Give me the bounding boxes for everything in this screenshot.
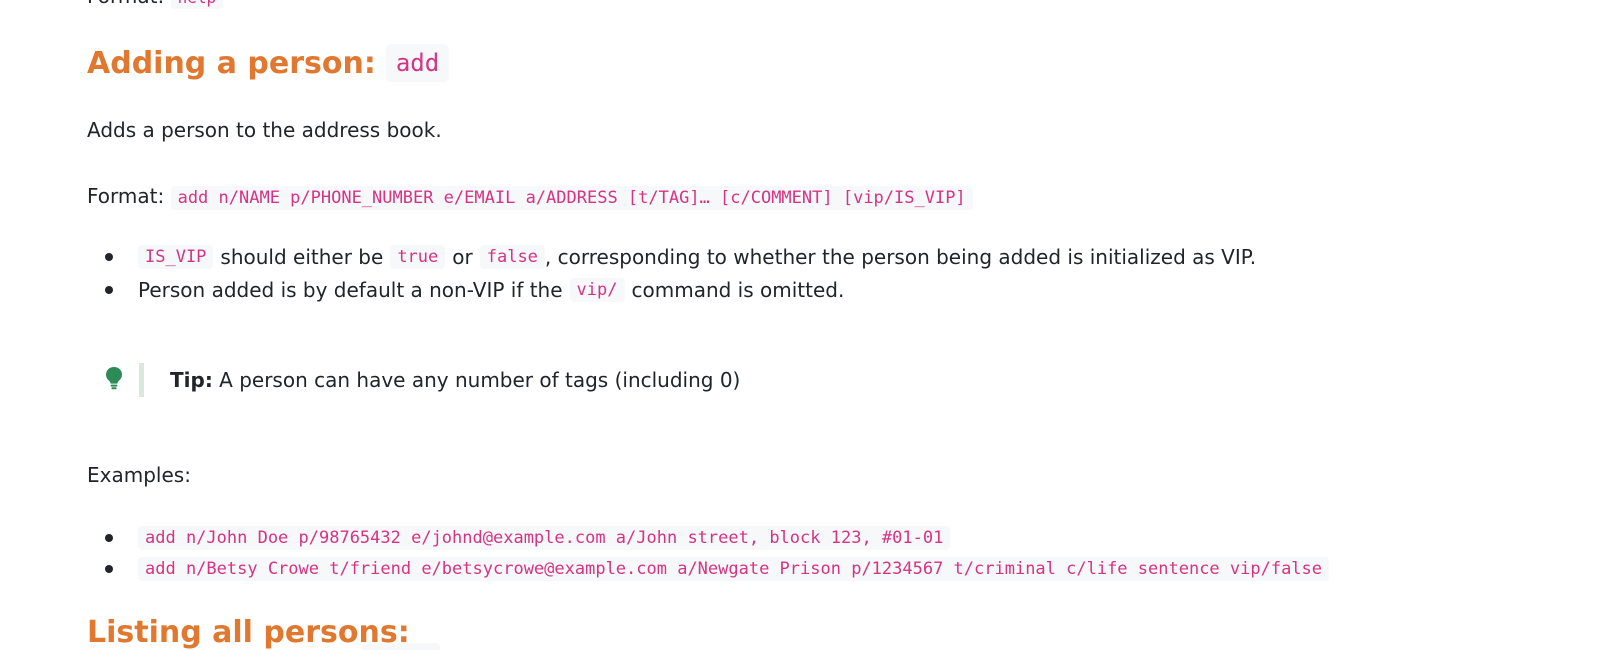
list-item: Person added is by default a non-VIP if … [105,278,844,302]
example-code: add n/John Doe p/98765432 e/johnd@exampl… [138,526,951,550]
list-item: add n/John Doe p/98765432 e/johnd@exampl… [105,526,951,550]
format-line: Format: add n/NAME p/PHONE_NUMBER e/EMAI… [87,184,973,210]
bullet-dot [105,534,113,542]
format-label: Format: [87,184,165,208]
tip-label: Tip: [170,368,213,392]
example-code: add n/Betsy Crowe t/friend e/betsycrowe@… [138,557,1330,581]
inline-code: IS_VIP [138,245,214,269]
list-item: add n/Betsy Crowe t/friend e/betsycrowe@… [105,557,1330,581]
note-text: , corresponding to whether the person be… [544,245,1257,269]
bullet-dot [105,565,113,573]
previous-format-line: Format: help [87,0,224,9]
section-heading-text: Adding a person: [87,45,376,81]
note-text: or [452,245,473,269]
note-text: Person added is by default a non-VIP if … [138,278,563,302]
previous-format-label: Format: [87,0,164,8]
inline-code: vip/ [569,278,625,302]
format-code: add n/NAME p/PHONE_NUMBER e/EMAIL a/ADDR… [170,186,973,210]
section-heading-code: add [385,44,450,82]
bullet-dot [105,253,113,261]
list-item: IS_VIP should either be true or false , … [105,245,1256,269]
section-heading: Adding a person: add [87,44,450,82]
next-section-heading-code [362,643,440,650]
tip-text: A person can have any number of tags (in… [219,368,741,392]
next-section-heading: Listing all persons: [87,615,410,650]
inline-code: false [479,245,545,269]
section-description: Adds a person to the address book. [87,118,442,142]
tip-content: Tip: A person can have any number of tag… [170,368,740,392]
bullet-dot [105,286,113,294]
tip-callout: Tip: A person can have any number of tag… [105,363,740,397]
note-text: command is omitted. [631,278,845,302]
tip-divider-bar [139,363,144,397]
previous-format-code: help [170,0,224,9]
lightbulb-icon [105,366,123,395]
inline-code: true [390,245,446,269]
examples-label: Examples: [87,463,191,487]
note-text: should either be [220,245,384,269]
